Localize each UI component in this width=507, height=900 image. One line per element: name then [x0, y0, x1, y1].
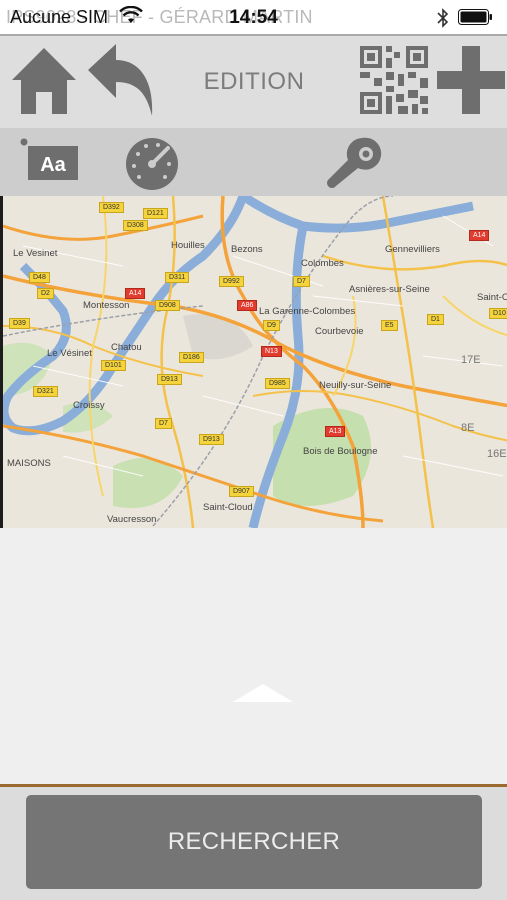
- wrench-icon: [327, 137, 382, 188]
- map-place-label: Asnières-sur-Seine: [349, 284, 430, 295]
- map-view[interactable]: Houilles Bezons Colombes Gennevilliers L…: [0, 196, 507, 528]
- road-shield: D7: [293, 276, 310, 287]
- map-place-label: La Garenne-Colombes: [259, 306, 356, 317]
- map-place-label: Vaucresson: [107, 514, 157, 525]
- text-style-icon: Aa: [20, 138, 78, 180]
- road-shield: D392: [99, 202, 124, 213]
- expand-up-icon[interactable]: [231, 682, 295, 704]
- road-shield: D10: [489, 308, 507, 319]
- road-shield: D2: [37, 288, 54, 299]
- road-shield: D913: [157, 374, 182, 385]
- road-shield: D1: [427, 314, 444, 325]
- qr-code-icon[interactable]: [358, 44, 430, 116]
- road-shield: D985: [265, 378, 290, 389]
- map-place-label: Bezons: [231, 244, 263, 255]
- map-place-label: Saint-Cloud: [203, 502, 253, 513]
- map-place-label: Gennevilliers: [385, 244, 440, 255]
- map-place-label: 17E: [461, 354, 481, 366]
- map-place-label: Neuilly-sur-Seine: [319, 380, 392, 391]
- map-place-label: Croissy: [73, 400, 105, 411]
- page-title: EDITION: [203, 68, 305, 95]
- road-shield: D992: [219, 276, 244, 287]
- road-shield: D9: [263, 320, 280, 331]
- bottom-bar: RECHERCHER: [0, 787, 507, 900]
- road-shield: D907: [229, 486, 254, 497]
- battery-icon: [458, 9, 492, 25]
- road-shield: D121: [143, 208, 168, 219]
- status-bar: IPS9028 - CHEF - GÉRARD MARTIN Aucune SI…: [0, 0, 507, 34]
- map-place-label: Le Vésinet: [47, 348, 92, 359]
- plus-icon[interactable]: [436, 44, 506, 116]
- road-shield: A13: [325, 426, 346, 437]
- road-shield: N13: [261, 346, 282, 357]
- gauge-button[interactable]: [122, 134, 182, 190]
- text-style-button[interactable]: Aa: [20, 136, 80, 186]
- road-shield: D101: [101, 360, 126, 371]
- search-button[interactable]: RECHERCHER: [26, 795, 482, 889]
- text-style-glyph: Aa: [40, 154, 66, 176]
- map-place-label: Le Vesinet: [13, 248, 58, 259]
- tool-bar: Aa: [0, 128, 507, 196]
- top-bar: EDITION: [0, 34, 507, 128]
- settings-button[interactable]: [322, 134, 384, 190]
- road-shield: D321: [33, 386, 58, 397]
- road-shield: E5: [381, 320, 398, 331]
- map-place-label: Bois de Boulogne: [303, 446, 378, 457]
- map-place-label: Chatou: [111, 342, 142, 353]
- road-shield: D311: [165, 272, 190, 283]
- clock: 14:54: [229, 7, 278, 28]
- road-shield: D308: [123, 220, 148, 231]
- road-shield: D48: [29, 272, 50, 283]
- road-shield: D39: [9, 318, 30, 329]
- road-shield: A86: [237, 300, 258, 311]
- road-shield: A14: [469, 230, 490, 241]
- gauge-icon: [126, 138, 178, 190]
- back-arrow-icon[interactable]: [86, 42, 158, 118]
- map-place-label: Courbevoie: [315, 326, 364, 337]
- road-shield: D7: [155, 418, 172, 429]
- map-place-label: Colombes: [301, 258, 344, 269]
- bluetooth-icon: [437, 8, 449, 28]
- map-place-label: 8E: [461, 422, 475, 434]
- home-icon[interactable]: [10, 44, 78, 116]
- map-place-label: Montesson: [83, 300, 130, 311]
- map-place-label: MAISONS: [7, 458, 51, 469]
- map-place-label: Houilles: [171, 240, 205, 251]
- road-shield: D186: [179, 352, 204, 363]
- road-shield: A14: [125, 288, 146, 299]
- map-place-label: 16E: [487, 448, 507, 460]
- road-shield: D908: [155, 300, 180, 311]
- map-place-label: Saint-O: [477, 292, 507, 303]
- road-shield: D913: [199, 434, 224, 445]
